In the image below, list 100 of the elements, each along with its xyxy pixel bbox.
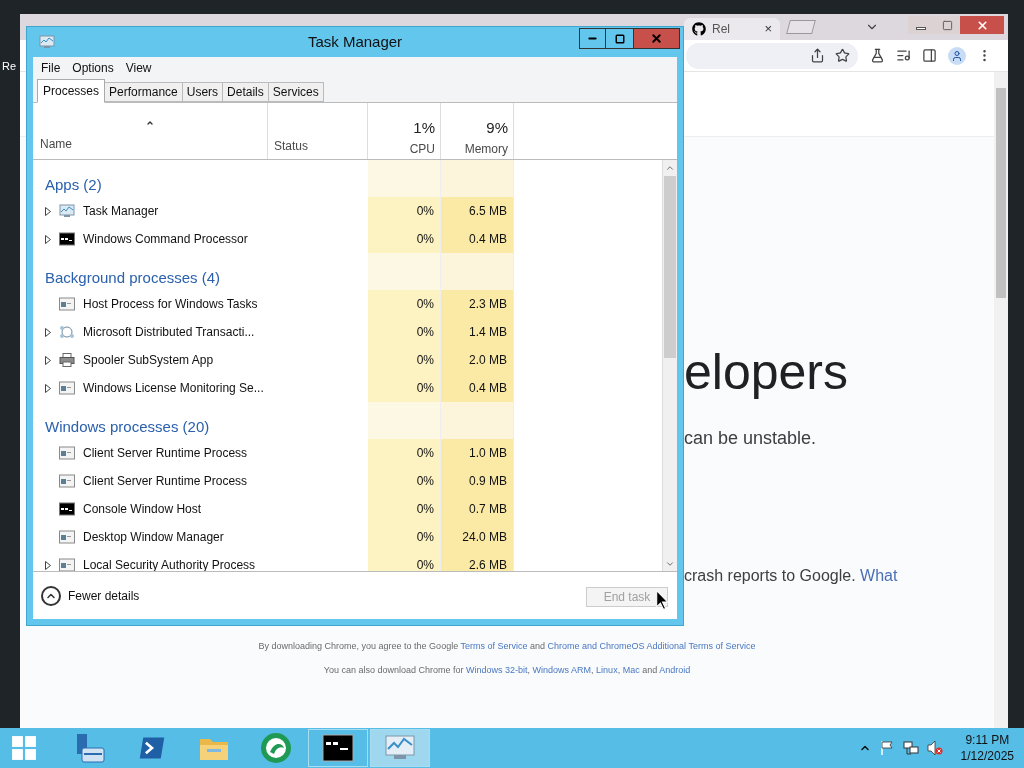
printer-icon xyxy=(59,353,75,367)
clock[interactable]: 9:11 PM 1/12/2025 xyxy=(960,732,1014,764)
cpu-cell: 0% xyxy=(368,318,441,346)
collapse-icon xyxy=(41,585,61,606)
memory-cell: 6.5 MB xyxy=(441,197,514,225)
window-icon xyxy=(59,558,75,571)
monitor-graph-icon xyxy=(39,35,55,49)
process-name: Host Process for Windows Tasks xyxy=(83,296,258,313)
process-name: Client Server Runtime Process xyxy=(83,445,248,462)
expand-arrow-icon[interactable] xyxy=(45,234,51,244)
scroll-down-icon[interactable] xyxy=(665,559,675,569)
browser-tab[interactable]: Rel × xyxy=(684,18,780,40)
cpu-cell: 0% xyxy=(368,551,441,571)
process-name: Microsoft Distributed Transacti... xyxy=(83,324,255,341)
tab[interactable]: Performance xyxy=(105,82,183,102)
menu-item[interactable]: View xyxy=(125,58,152,77)
cpu-total: 1% xyxy=(413,119,435,137)
footer-link[interactable]: Mac xyxy=(622,664,640,675)
logo-icon xyxy=(692,22,706,36)
minimize-button[interactable] xyxy=(908,16,934,34)
footer-text: You can also download Chrome for Windows 32-bit, Windows ARM, Linux, Mac and Android xyxy=(323,663,691,677)
menu-item[interactable]: Options xyxy=(72,58,114,77)
cpu-cell: 0% xyxy=(368,197,441,225)
window-icon xyxy=(59,381,75,395)
expand-arrow-icon[interactable] xyxy=(45,383,51,393)
footer-text: By downloading Chrome, you agree to the Google Terms of Service and Chrome and ChromeOS Additional Terms of Service xyxy=(258,640,756,653)
column-header[interactable]: Status xyxy=(274,137,309,155)
group-heading: Background processes (4) xyxy=(45,269,221,286)
group-heading: Windows processes (20) xyxy=(45,418,210,435)
tab-close[interactable]: × xyxy=(764,19,772,39)
taskbar-app[interactable] xyxy=(308,729,368,767)
list-icon[interactable] xyxy=(896,48,911,63)
memory-cell: 1.4 MB xyxy=(441,318,514,346)
console-icon xyxy=(322,734,354,762)
expand-arrow-icon[interactable] xyxy=(45,355,51,365)
tab[interactable]: Users xyxy=(182,82,224,102)
footer-link[interactable]: Chrome and ChromeOS Additional Terms of Service xyxy=(547,641,756,651)
muted-speaker-icon[interactable] xyxy=(926,740,943,756)
profile-icon[interactable] xyxy=(948,46,966,65)
app-logo-icon xyxy=(260,732,292,764)
maximize-icon xyxy=(614,33,625,44)
close-button[interactable] xyxy=(960,16,1004,34)
scrollbar[interactable] xyxy=(662,160,677,571)
scrollbar[interactable] xyxy=(994,72,1008,728)
fewer-details-button[interactable]: Fewer details xyxy=(41,585,140,606)
cpu-cell: 0% xyxy=(368,346,441,374)
cpu-cell: 0% xyxy=(368,495,441,523)
scrollbar-thumb[interactable] xyxy=(664,176,676,358)
what-link[interactable]: What xyxy=(860,567,898,584)
server-manager-icon xyxy=(74,732,106,764)
console-icon xyxy=(59,232,75,246)
flag-icon[interactable] xyxy=(878,740,895,756)
side-panel-icon[interactable] xyxy=(922,48,937,63)
memory-cell: 2.6 MB xyxy=(441,551,514,571)
cpu-cell: 0% xyxy=(368,467,441,495)
process-name: Windows License Monitoring Se... xyxy=(83,380,264,397)
monitor-graph-icon xyxy=(384,734,416,762)
close-icon xyxy=(975,18,989,32)
close-button[interactable] xyxy=(634,28,680,49)
expand-arrow-icon[interactable] xyxy=(45,206,51,216)
scroll-up-icon[interactable] xyxy=(665,163,675,173)
column-header[interactable]: CPU xyxy=(409,140,435,158)
flask-icon[interactable] xyxy=(870,48,885,63)
expand-arrow-icon[interactable] xyxy=(45,327,51,337)
column-header[interactable]: Name xyxy=(33,135,267,153)
footer-link[interactable]: Linux xyxy=(596,664,618,675)
window-icon xyxy=(59,297,75,311)
footer-link[interactable]: Android xyxy=(659,664,691,675)
process-name: Desktop Window Manager xyxy=(83,529,224,546)
console-icon xyxy=(59,502,75,516)
memory-cell: 0.4 MB xyxy=(441,374,514,402)
menu-item[interactable]: File xyxy=(41,58,61,77)
network-icon[interactable] xyxy=(902,740,919,756)
memory-cell: 0.9 MB xyxy=(441,467,514,495)
process-name: Windows Command Processor xyxy=(83,231,248,248)
restore-button[interactable] xyxy=(934,16,960,34)
memory-cell: 2.3 MB xyxy=(441,290,514,318)
window-icon xyxy=(59,474,75,488)
expand-arrow-icon[interactable] xyxy=(45,560,51,570)
window-icon xyxy=(59,446,75,460)
memory-cell: 2.0 MB xyxy=(441,346,514,374)
scrollbar-thumb[interactable] xyxy=(996,88,1006,298)
tab[interactable]: Details xyxy=(223,82,269,102)
memory-cell: 0.4 MB xyxy=(441,225,514,253)
footer-link[interactable]: Terms of Service xyxy=(460,641,528,651)
maximize-button[interactable] xyxy=(606,28,634,49)
tab[interactable]: Services xyxy=(268,82,324,102)
star-icon[interactable] xyxy=(835,48,850,63)
crash-reports-text: crash reports to Google. What xyxy=(684,566,898,586)
window-title: Task Manager xyxy=(307,31,403,52)
group-heading: Apps (2) xyxy=(45,176,102,193)
column-header[interactable]: Memory xyxy=(464,140,508,158)
share-icon[interactable] xyxy=(810,48,825,63)
window-icon xyxy=(59,530,75,544)
memory-cell: 1.0 MB xyxy=(441,439,514,467)
minimize-button[interactable] xyxy=(579,28,606,49)
cpu-cell: 0% xyxy=(368,439,441,467)
footer-link[interactable]: Windows 32-bit xyxy=(466,664,528,675)
tab[interactable]: Processes xyxy=(37,79,106,103)
restore-icon xyxy=(941,19,953,31)
